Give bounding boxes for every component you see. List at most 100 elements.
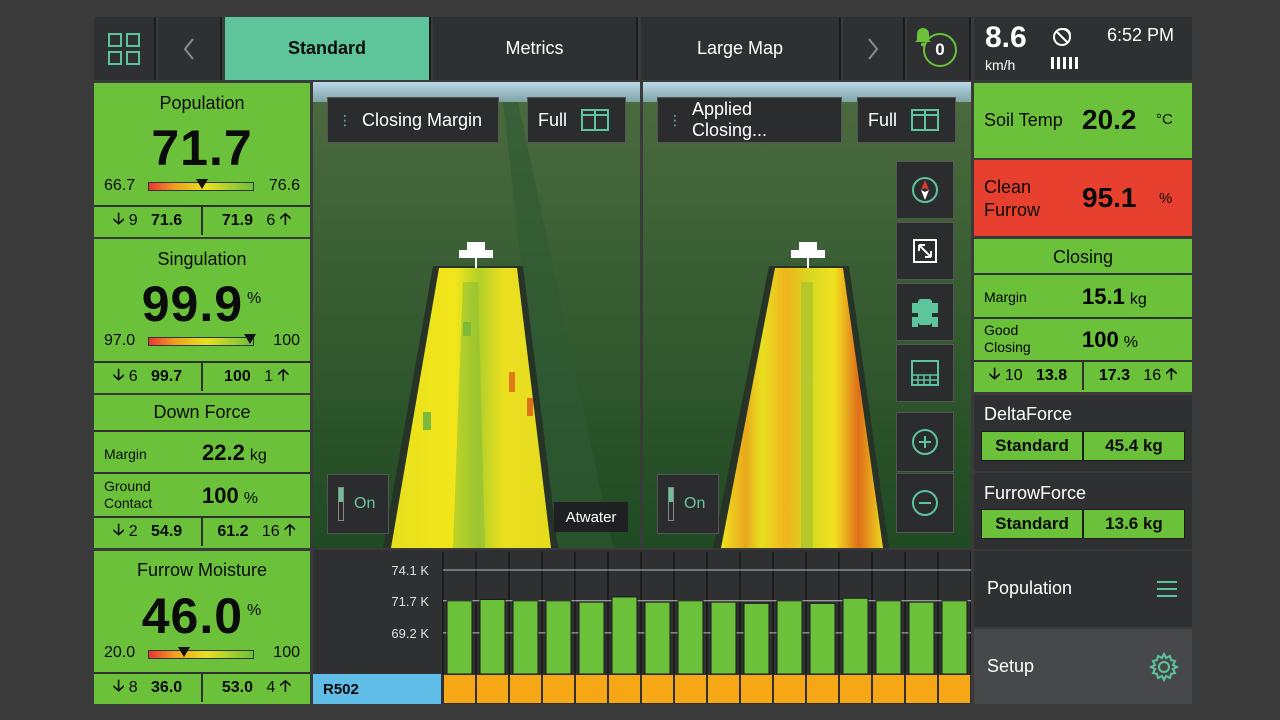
alerts-button[interactable]: 0 (907, 17, 971, 80)
apps-grid-button[interactable] (94, 17, 156, 80)
row-status-15[interactable] (906, 675, 937, 703)
planter-view-button[interactable] (896, 283, 954, 341)
soil-temp-tile[interactable]: Soil Temp 20.2 °C (974, 83, 1192, 158)
furrow-force-panel[interactable]: FurrowForce Standard 13.6 kg (974, 473, 1192, 549)
row-status-8[interactable] (675, 675, 706, 703)
left-avg: 54.9 (151, 523, 183, 540)
next-page-button[interactable] (843, 17, 905, 80)
row-status-2[interactable] (477, 675, 508, 703)
row-bar-6[interactable] (611, 596, 638, 675)
furrow-force-mode-button[interactable]: Standard (981, 509, 1083, 539)
delta-force-value[interactable]: 45.4 kg (1083, 431, 1185, 461)
row-population-chart[interactable]: 74.1 K 71.7 K 69.2 K R502 (313, 550, 972, 704)
map-left-toggle[interactable]: On (327, 474, 389, 534)
row-status-9[interactable] (708, 675, 739, 703)
tab-standard[interactable]: Standard (225, 17, 431, 80)
row-status-5[interactable] (576, 675, 607, 703)
zoom-in-button[interactable] (896, 412, 954, 472)
arrow-down-icon: 🡣 (112, 677, 125, 695)
margin-unit: kg (249, 447, 267, 464)
left-avg: 71.6 (151, 212, 183, 229)
minus-icon (912, 490, 938, 516)
row-bar-8[interactable] (677, 600, 704, 675)
row-status-14[interactable] (873, 675, 904, 703)
good-closing-value: 100 (1082, 327, 1119, 352)
row-bar-7[interactable] (644, 601, 671, 675)
arrow-up-icon: 🡡 (277, 366, 289, 384)
high-count: 4 (266, 679, 276, 696)
row-bar-16[interactable] (941, 600, 968, 675)
range-min: 20.0 (104, 644, 136, 661)
row-bar-15[interactable] (908, 601, 935, 675)
tab-metrics[interactable]: Metrics (433, 17, 638, 80)
row-status-16[interactable] (939, 675, 970, 703)
ground-contact-value: 100 (202, 483, 239, 508)
list-handle-icon: ⋮ (668, 111, 682, 128)
tractor-icon (912, 299, 938, 327)
row-bar-9[interactable] (710, 601, 737, 675)
row-bar-12[interactable] (809, 602, 836, 675)
zoom-out-button[interactable] (896, 473, 954, 533)
prev-page-button[interactable] (158, 17, 222, 80)
closing-margin-value: 15.1 (1082, 284, 1125, 309)
row-status-3[interactable] (510, 675, 541, 703)
fullscreen-button[interactable] (896, 222, 954, 280)
toggle-switch-icon (338, 487, 344, 521)
row-bar-11[interactable] (776, 600, 803, 675)
row-bar-4[interactable] (545, 600, 572, 675)
delta-force-mode-button[interactable]: Standard (981, 431, 1083, 461)
right-avg: 100 (224, 368, 251, 385)
row-status-1[interactable] (444, 675, 475, 703)
map-layers-button[interactable] (896, 344, 954, 402)
row-bar-14[interactable] (875, 600, 902, 675)
closing-tile[interactable]: Closing Margin 15.1 kg Good Closing 100% … (974, 239, 1192, 392)
arrow-down-icon: 🡣 (988, 365, 1001, 383)
row-status-12[interactable] (807, 675, 838, 703)
row-status-13[interactable] (840, 675, 871, 703)
furrow-moisture-tile[interactable]: Furrow Moisture 46.0% 20.0 100 🡣 8 36.0 … (94, 551, 310, 704)
high-count: 16 (1143, 367, 1162, 384)
setup-button[interactable]: Setup (974, 629, 1192, 704)
clean-furrow-unit: % (1159, 190, 1173, 207)
range-max: 100 (273, 332, 300, 349)
row-status-6[interactable] (609, 675, 640, 703)
furrow-force-title: FurrowForce (984, 483, 1087, 503)
row-bar-3[interactable] (512, 600, 539, 675)
row-bar-5[interactable] (578, 601, 605, 675)
row-bar-13[interactable] (842, 597, 869, 675)
range-min: 97.0 (104, 332, 136, 349)
row-bar-2[interactable] (479, 599, 506, 675)
row-status-10[interactable] (741, 675, 772, 703)
tab-large-map[interactable]: Large Map (641, 17, 841, 80)
setup-label: Setup (987, 656, 1035, 676)
map-left-view-button[interactable]: Full (527, 97, 626, 143)
delta-force-panel[interactable]: DeltaForce Standard 45.4 kg (974, 395, 1192, 471)
clean-furrow-tile[interactable]: Clean Furrow 95.1 % (974, 160, 1192, 236)
row-bar-1[interactable] (446, 600, 473, 675)
down-force-tile[interactable]: Down Force Margin 22.2 kg Ground Contact … (94, 395, 310, 548)
field-name-label: Atwater (554, 502, 628, 532)
ground-contact-row: Ground Contact 100% (94, 472, 310, 516)
row-status-4[interactable] (543, 675, 574, 703)
high-count: 1 (264, 368, 273, 385)
furrow-moisture-value: 46.0 (141, 588, 244, 644)
population-menu-button[interactable]: Population (974, 551, 1192, 627)
clean-furrow-value: 95.1 (1082, 182, 1137, 213)
chevron-left-icon (183, 37, 194, 60)
row-bar-10[interactable] (743, 602, 770, 675)
compass-button[interactable] (896, 161, 954, 219)
left-avg: 99.7 (151, 368, 183, 385)
row-status-11[interactable] (774, 675, 805, 703)
map-left-layer-selector[interactable]: ⋮ Closing Margin (327, 97, 499, 143)
status-panel: 8.6 km/h 6:52 PM (974, 17, 1192, 80)
margin-label: Margin (104, 446, 147, 462)
closing-margin-unit: kg (1129, 291, 1147, 308)
population-tile[interactable]: Population 71.7 66.7 76.6 🡣 9 71.6 71.9 … (94, 83, 310, 237)
map-right-view-button[interactable]: Full (857, 97, 956, 143)
furrow-force-value[interactable]: 13.6 kg (1083, 509, 1185, 539)
map-right-layer-selector[interactable]: ⋮ Applied Closing... (657, 97, 842, 143)
map-right-toggle[interactable]: On (657, 474, 719, 534)
singulation-tile[interactable]: Singulation 99.9% 97.0 100 🡣 6 99.7 100 … (94, 239, 310, 393)
clock: 6:52 PM (1107, 25, 1175, 45)
row-status-7[interactable] (642, 675, 673, 703)
